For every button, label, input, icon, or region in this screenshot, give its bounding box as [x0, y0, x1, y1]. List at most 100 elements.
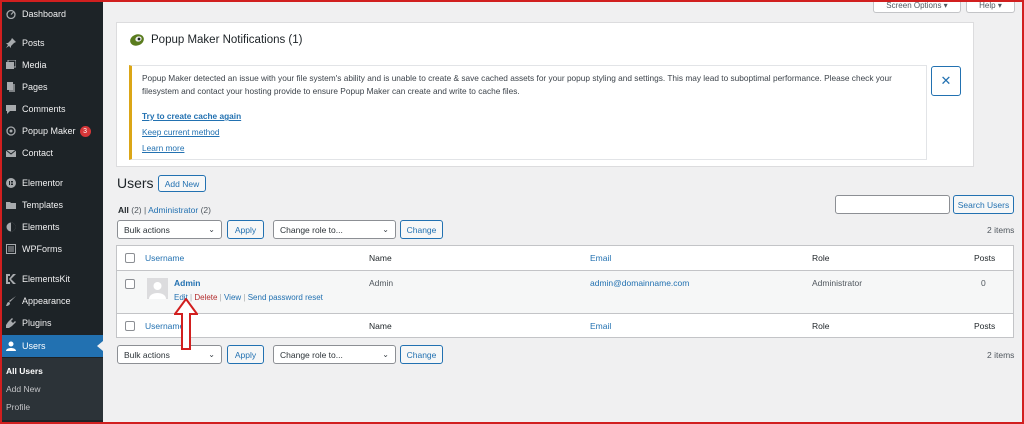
view-all-count: (2) [131, 205, 142, 215]
users-submenu: All Users Add New Profile [0, 358, 103, 420]
try-create-cache-link[interactable]: Try to create cache again [142, 111, 241, 121]
name-cell: Admin [369, 278, 394, 288]
posts-count[interactable]: 0 [981, 278, 986, 288]
sidebar-item-comments[interactable]: Comments [0, 98, 103, 120]
view-administrator-link[interactable]: Administrator [148, 205, 198, 215]
notice-message-line: filesystem and contact your hosting prov… [142, 86, 520, 96]
submenu-add-new[interactable]: Add New [6, 384, 41, 394]
bulk-actions-value: Bulk actions [124, 224, 170, 235]
users-table: Username Name Email Role Posts Admin Edi… [116, 245, 1014, 338]
sidebar-item-posts[interactable]: Posts [0, 32, 103, 54]
user-role-filter: All (2) | Administrator (2) [118, 205, 211, 215]
pages-icon [6, 82, 16, 92]
change-role-select-bottom[interactable]: Change role to... ⌄ [273, 345, 396, 364]
sidebar-item-elements[interactable]: Elements [0, 216, 103, 238]
menu-separator [0, 264, 103, 265]
sidebar-item-label: Comments [22, 104, 66, 114]
sidebar-item-label: WPForms [22, 244, 62, 254]
sidebar-item-users[interactable]: Users [0, 335, 103, 357]
sidebar-item-wpforms[interactable]: WPForms [0, 238, 103, 260]
chevron-down-icon: ⌄ [382, 350, 389, 359]
sidebar-item-contact[interactable]: Contact [0, 142, 103, 164]
sidebar-item-label: Posts [22, 38, 45, 48]
column-posts: Posts [974, 321, 996, 331]
popup-maker-notifications: Popup Maker Notifications (1) Popup Make… [116, 22, 974, 167]
sidebar-item-label: Elements [22, 222, 60, 232]
forms-icon [6, 244, 16, 254]
screen-options-tab[interactable]: Screen Options ▾ [873, 0, 961, 13]
notification-badge: 3 [79, 125, 91, 137]
sidebar-item-label: ElementsKit [22, 274, 71, 284]
sidebar-item-media[interactable]: Media [0, 54, 103, 76]
column-email[interactable]: Email [590, 253, 611, 263]
chevron-down-icon: ⌄ [208, 350, 215, 359]
table-footer: Username Name Email Role Posts [117, 314, 1013, 338]
submenu-profile[interactable]: Profile [6, 402, 30, 412]
admin-sidebar: Dashboard Posts Media Pages Comments Pop… [0, 0, 103, 424]
email-link[interactable]: admin@domainname.com [590, 278, 689, 288]
items-count: 2 items [987, 225, 1015, 235]
column-username[interactable]: Username [145, 253, 184, 263]
sidebar-item-elementskit[interactable]: ElementsKit [0, 268, 103, 290]
bulk-actions-select-bottom[interactable]: Bulk actions ⌄ [117, 345, 222, 364]
folder-icon [6, 200, 16, 210]
table-header: Username Name Email Role Posts [117, 246, 1013, 270]
select-all-checkbox[interactable] [125, 321, 135, 331]
chevron-down-icon: ⌄ [382, 225, 389, 234]
change-role-button-top[interactable]: Change [400, 220, 443, 239]
elementor-icon [6, 178, 16, 188]
add-new-user-button[interactable]: Add New [158, 175, 206, 192]
sidebar-item-label: Elementor [22, 178, 64, 188]
change-role-select-top[interactable]: Change role to... ⌄ [273, 220, 396, 239]
cache-warning-notice: Popup Maker detected an issue with your … [129, 65, 927, 160]
sidebar-item-label: Media [22, 60, 47, 70]
sidebar-item-dashboard[interactable]: Dashboard [0, 3, 103, 25]
dashboard-icon [6, 9, 16, 19]
bulk-actions-value: Bulk actions [124, 349, 170, 360]
learn-more-link[interactable]: Learn more [142, 143, 184, 153]
sidebar-item-elementor[interactable]: Elementor [0, 172, 103, 194]
plug-icon [6, 318, 16, 328]
column-name: Name [369, 321, 392, 331]
apply-button-top[interactable]: Apply [227, 220, 264, 239]
dismiss-notice-button[interactable]: ✕ [931, 66, 961, 96]
change-role-button-bottom[interactable]: Change [400, 345, 443, 364]
media-icon [6, 60, 16, 70]
view-user-link[interactable]: View [224, 293, 241, 302]
page-title: Users [117, 175, 154, 191]
help-tab[interactable]: Help ▾ [966, 0, 1015, 13]
send-password-reset-link[interactable]: Send password reset [248, 293, 323, 302]
change-role-value: Change role to... [280, 349, 343, 360]
username-link[interactable]: Admin [174, 278, 200, 288]
search-users-button[interactable]: Search Users [953, 195, 1014, 214]
select-all-checkbox[interactable] [125, 253, 135, 263]
sidebar-item-templates[interactable]: Templates [0, 194, 103, 216]
sidebar-item-label: Dashboard [22, 9, 67, 19]
menu-separator [0, 166, 103, 167]
notice-title: Popup Maker Notifications (1) [151, 34, 303, 46]
keep-current-method-link[interactable]: Keep current method [142, 127, 219, 137]
bulk-actions-select-top[interactable]: Bulk actions ⌄ [117, 220, 222, 239]
table-row: Admin Edit | Delete | View | Send passwo… [117, 270, 1013, 314]
apply-button-bottom[interactable]: Apply [227, 345, 264, 364]
submenu-all-users[interactable]: All Users [6, 366, 43, 376]
popup-maker-logo-icon [130, 34, 144, 46]
comment-icon [6, 104, 16, 114]
items-count: 2 items [987, 350, 1015, 360]
row-checkbox[interactable] [125, 279, 135, 289]
pin-icon [6, 38, 16, 48]
column-role: Role [812, 253, 830, 263]
sidebar-item-appearance[interactable]: Appearance [0, 290, 103, 312]
sidebar-item-label: Users [22, 341, 46, 351]
column-email[interactable]: Email [590, 321, 611, 331]
role-cell: Administrator [812, 278, 863, 288]
sidebar-item-popup-maker[interactable]: Popup Maker 3 [0, 120, 103, 142]
search-users-input[interactable] [835, 195, 950, 214]
column-posts: Posts [974, 253, 996, 263]
sidebar-item-label: Contact [22, 148, 54, 158]
sidebar-item-plugins[interactable]: Plugins [0, 312, 103, 334]
sidebar-item-label: Appearance [22, 296, 71, 306]
view-all-link[interactable]: All [118, 205, 129, 215]
sidebar-item-pages[interactable]: Pages [0, 76, 103, 98]
column-name: Name [369, 253, 392, 263]
